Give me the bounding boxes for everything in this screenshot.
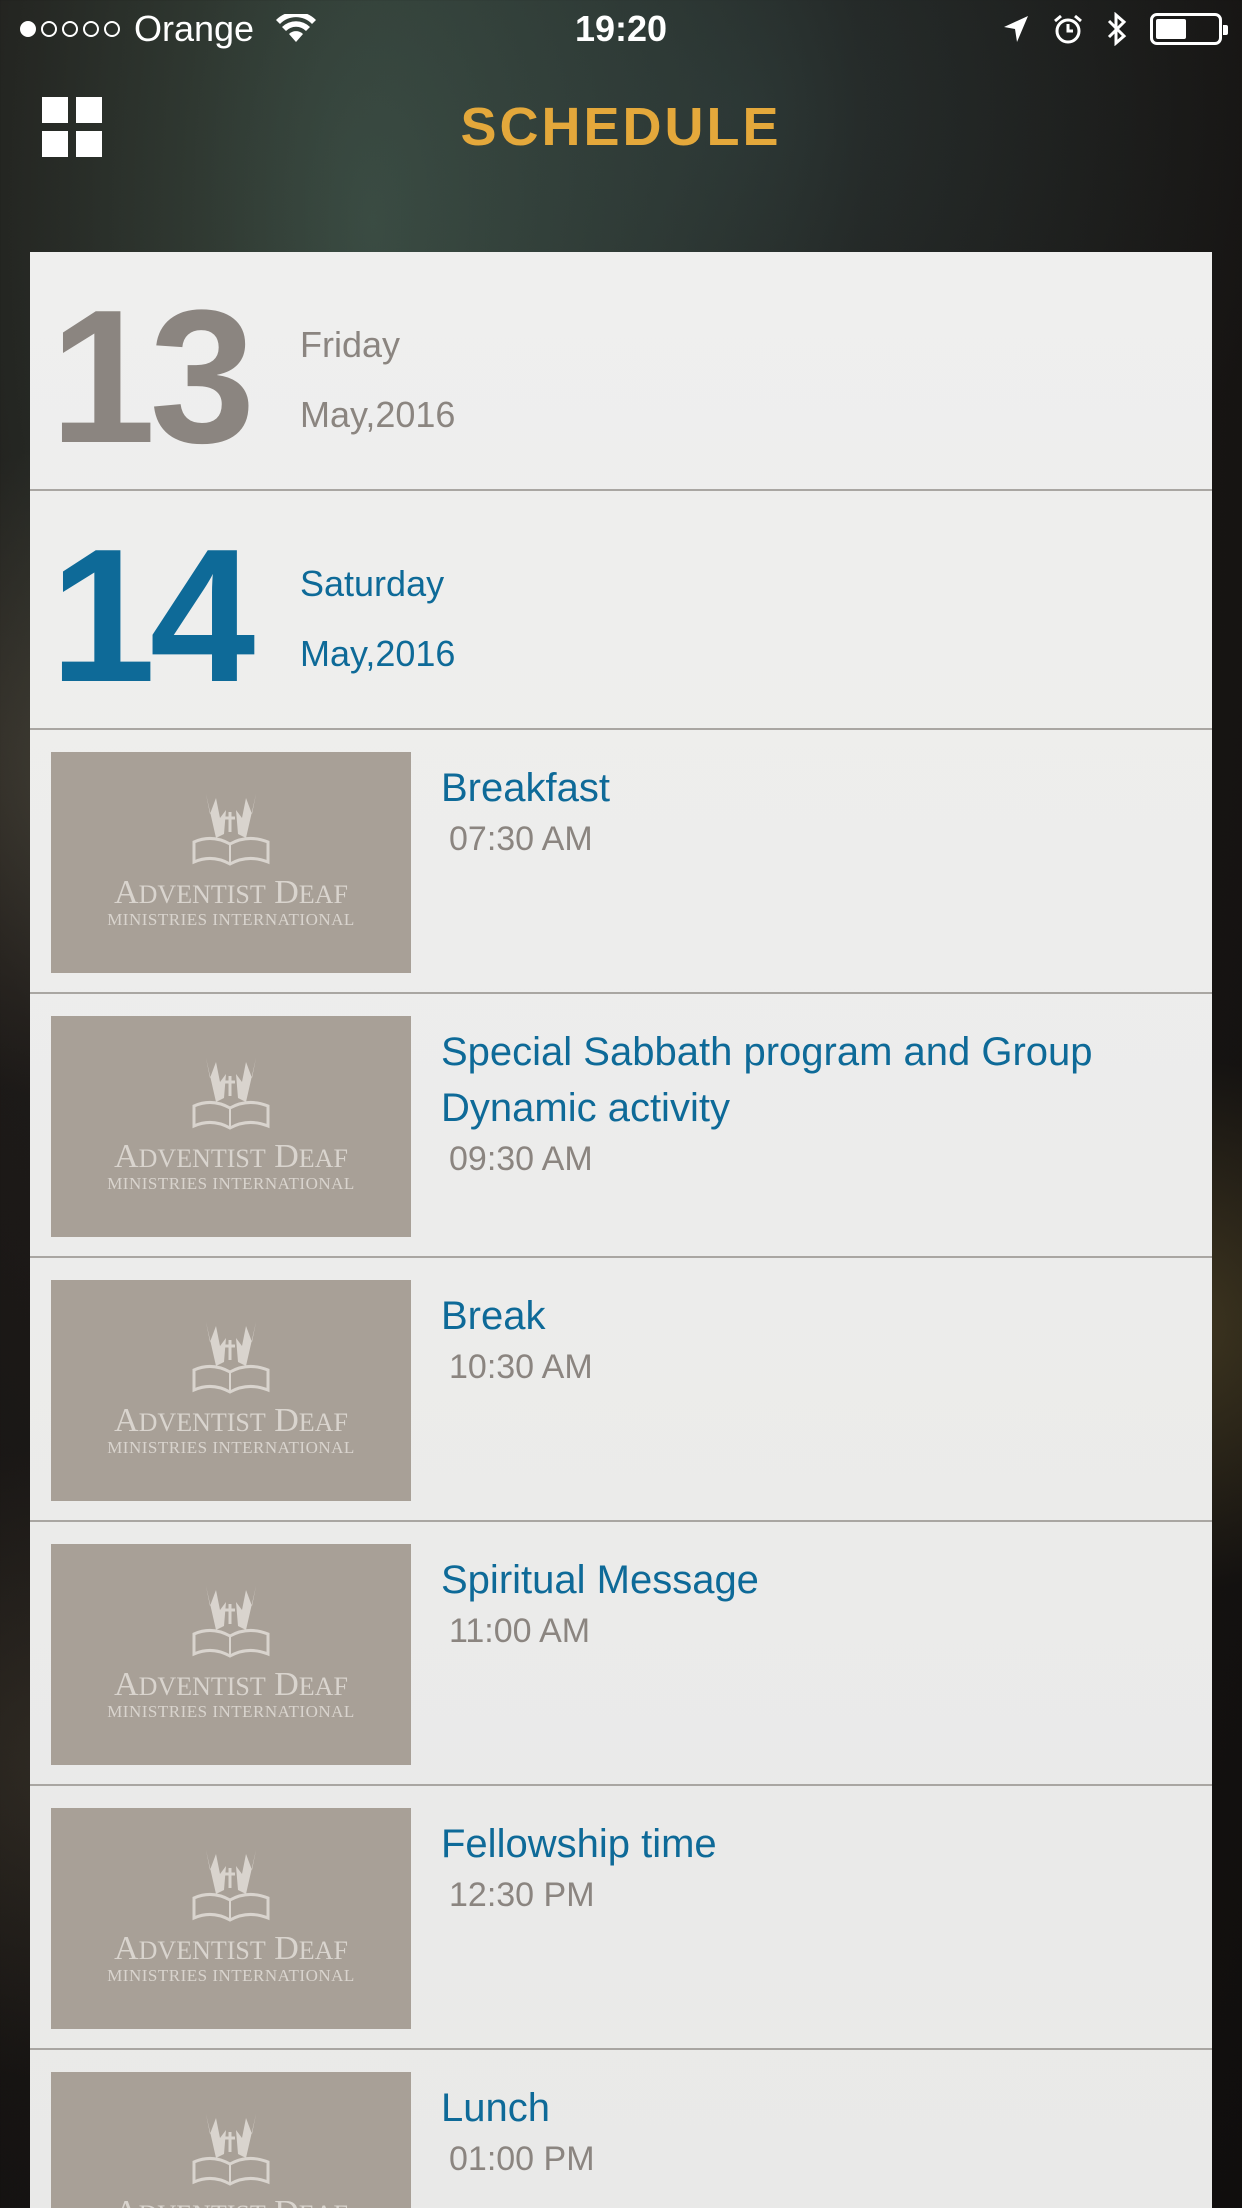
- event-title: Fellowship time: [441, 1822, 717, 1866]
- logo-text-line2: MINISTRIES INTERNATIONAL: [107, 909, 355, 929]
- event-thumbnail: ADVENTIST DEAF MINISTRIES INTERNATIONAL: [51, 1808, 411, 2029]
- event-time: 12:30 PM: [449, 1876, 595, 1914]
- hands-bible-logo-icon: [192, 1057, 270, 1130]
- hands-bible-logo-icon: [192, 1321, 270, 1394]
- hands-bible-logo-icon: [192, 793, 270, 866]
- logo-text-line2: MINISTRIES INTERNATIONAL: [107, 1965, 355, 1985]
- hands-bible-logo-icon: [192, 2113, 270, 2186]
- logo-text-line1: ADVENTIST DEAF: [114, 1665, 348, 1703]
- hands-bible-logo-icon: [192, 1849, 270, 1922]
- event-row[interactable]: ADVENTIST DEAF MINISTRIES INTERNATIONAL …: [30, 1786, 1212, 2050]
- logo-text-line2: MINISTRIES INTERNATIONAL: [107, 1437, 355, 1457]
- hands-bible-logo-icon: [192, 1585, 270, 1658]
- event-row[interactable]: ADVENTIST DEAF MINISTRIES INTERNATIONAL …: [30, 1258, 1212, 1522]
- event-title: Break: [441, 1294, 546, 1338]
- event-row[interactable]: ADVENTIST DEAF MINISTRIES INTERNATIONAL …: [30, 1522, 1212, 1786]
- date-day-number: 14: [50, 510, 255, 722]
- event-row[interactable]: ADVENTIST DEAF MINISTRIES INTERNATIONAL …: [30, 730, 1212, 994]
- date-row[interactable]: 13 Friday May,2016: [30, 252, 1212, 491]
- date-weekday: Saturday: [300, 563, 445, 604]
- date-month-year: May,2016: [300, 633, 456, 674]
- event-title: Spiritual Message: [441, 1558, 759, 1602]
- nav-bar: SCHEDULE: [0, 62, 1242, 192]
- event-row[interactable]: ADVENTIST DEAF MINISTRIES INTERNATIONAL …: [30, 2050, 1212, 2208]
- bluetooth-icon: [1107, 12, 1127, 46]
- event-time: 09:30 AM: [449, 1140, 593, 1178]
- status-bar: Orange 19:20: [0, 0, 1242, 62]
- event-time: 10:30 AM: [449, 1348, 593, 1386]
- alarm-icon: [1054, 14, 1082, 44]
- event-time: 07:30 AM: [449, 820, 593, 858]
- event-title: Special Sabbath program and Group Dynami…: [441, 1030, 1093, 1130]
- logo-text-line1: ADVENTIST DEAF: [114, 1929, 348, 1967]
- logo-text-line1: ADVENTIST DEAF: [114, 1401, 348, 1439]
- logo-text-line1: ADVENTIST DEAF: [114, 2194, 348, 2208]
- event-thumbnail: ADVENTIST DEAF MINISTRIES INTERNATIONAL: [51, 1544, 411, 1765]
- logo-text-line2: MINISTRIES INTERNATIONAL: [107, 1173, 355, 1193]
- page-title: SCHEDULE: [460, 97, 782, 157]
- events-container: ADVENTIST DEAF MINISTRIES INTERNATIONAL …: [30, 730, 1212, 2208]
- event-title: Lunch: [441, 2086, 550, 2130]
- status-right: [1002, 12, 1228, 46]
- date-weekday: Friday: [300, 324, 401, 365]
- date-month-year: May,2016: [300, 394, 456, 435]
- date-row-selected[interactable]: 14 Saturday May,2016: [30, 491, 1212, 730]
- event-thumbnail: ADVENTIST DEAF MINISTRIES INTERNATIONAL: [51, 1016, 411, 1237]
- location-arrow-icon: [1004, 16, 1028, 42]
- event-thumbnail: ADVENTIST DEAF MINISTRIES INTERNATIONAL: [51, 752, 411, 973]
- event-time: 11:00 AM: [449, 1612, 591, 1650]
- event-thumbnail: ADVENTIST DEAF MINISTRIES INTERNATIONAL: [51, 2072, 411, 2208]
- logo-text-line1: ADVENTIST DEAF: [114, 1137, 348, 1175]
- battery-icon: [1150, 13, 1228, 45]
- logo-text-line1: ADVENTIST DEAF: [114, 873, 348, 911]
- schedule-list[interactable]: 13 Friday May,2016 14 Saturday May,2016 …: [30, 252, 1212, 2208]
- date-day-number: 13: [50, 271, 255, 483]
- event-row[interactable]: ADVENTIST DEAF MINISTRIES INTERNATIONAL …: [30, 994, 1212, 1258]
- event-time: 01:00 PM: [449, 2140, 595, 2178]
- event-title: Breakfast: [441, 766, 610, 810]
- logo-text-line2: MINISTRIES INTERNATIONAL: [107, 1701, 355, 1721]
- event-thumbnail: ADVENTIST DEAF MINISTRIES INTERNATIONAL: [51, 1280, 411, 1501]
